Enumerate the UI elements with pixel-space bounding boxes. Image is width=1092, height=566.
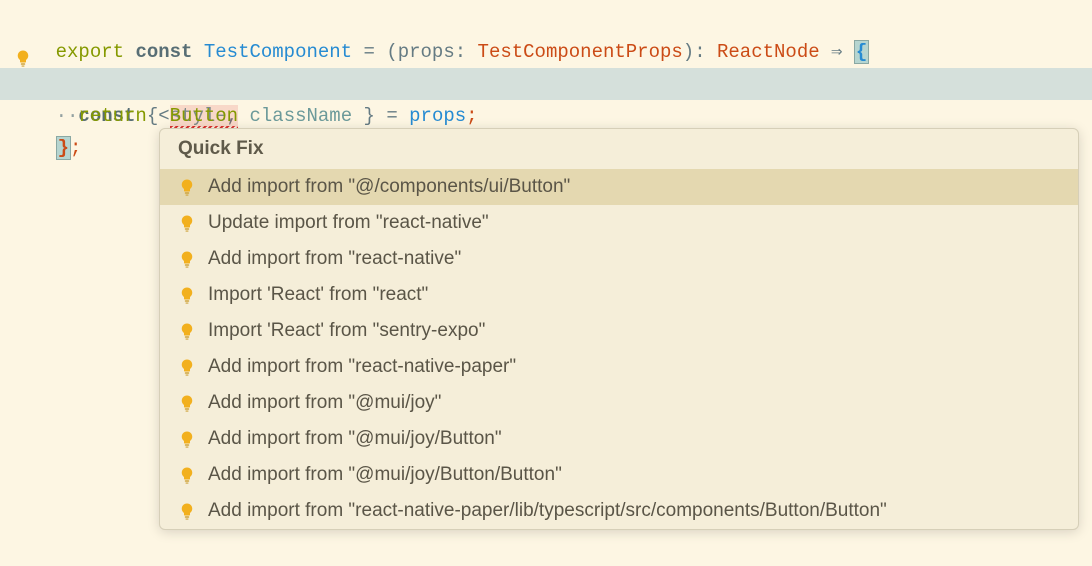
code-line-1[interactable]: export const TestComponent = (props: Tes… [0,4,1092,36]
quick-fix-item-label: Add import from "react-native" [208,248,461,270]
popup-title: Quick Fix [160,129,1078,169]
quick-fix-item[interactable]: Import 'React' from "sentry-expo" [160,313,1078,349]
lightbulb-icon [178,466,196,484]
quick-fix-popup: Quick Fix Add import from "@/components/… [159,128,1079,530]
quick-fix-item-label: Add import from "@mui/joy/Button/Button" [208,464,562,486]
quick-fix-item-label: Add import from "react-native-paper/lib/… [208,500,887,522]
lightbulb-icon [178,430,196,448]
lightbulb-icon [178,322,196,340]
quick-fix-item[interactable]: Add import from "@mui/joy" [160,385,1078,421]
quick-fix-item-label: Update import from "react-native" [208,212,489,234]
quick-fix-item[interactable]: Add import from "react-native-paper/lib/… [160,493,1078,529]
quick-fix-item-label: Add import from "@/components/ui/Button" [208,176,570,198]
quick-fix-item[interactable]: Add import from "react-native-paper" [160,349,1078,385]
lightbulb-icon [178,250,196,268]
quick-fix-item-label: Add import from "@mui/joy/Button" [208,428,502,450]
quick-fix-item-label: Import 'React' from "react" [208,284,428,306]
quick-fix-item[interactable]: Add import from "@/components/ui/Button" [160,169,1078,205]
lightbulb-icon [178,214,196,232]
popup-items-container: Add import from "@/components/ui/Button"… [160,169,1078,529]
quick-fix-item[interactable]: Add import from "react-native" [160,241,1078,277]
quick-fix-item-label: Import 'React' from "sentry-expo" [208,320,485,342]
code-line-2[interactable]: const { style, className } = props; [0,36,1092,68]
quick-fix-item-label: Add import from "react-native-paper" [208,356,516,378]
close-brace: } [56,136,71,160]
quick-fix-item[interactable]: Add import from "@mui/joy/Button/Button" [160,457,1078,493]
quick-fix-item[interactable]: Update import from "react-native" [160,205,1078,241]
lightbulb-icon [178,394,196,412]
lightbulb-icon [178,502,196,520]
semicolon: ; [70,137,81,159]
code-line-3[interactable]: ··return <Button [0,68,1092,100]
quick-fix-item[interactable]: Import 'React' from "react" [160,277,1078,313]
quick-fix-item[interactable]: Add import from "@mui/joy/Button" [160,421,1078,457]
lightbulb-icon [178,178,196,196]
code-editor[interactable]: export const TestComponent = (props: Tes… [0,0,1092,132]
lightbulb-icon [178,286,196,304]
quick-fix-item-label: Add import from "@mui/joy" [208,392,441,414]
lightbulb-icon [178,358,196,376]
